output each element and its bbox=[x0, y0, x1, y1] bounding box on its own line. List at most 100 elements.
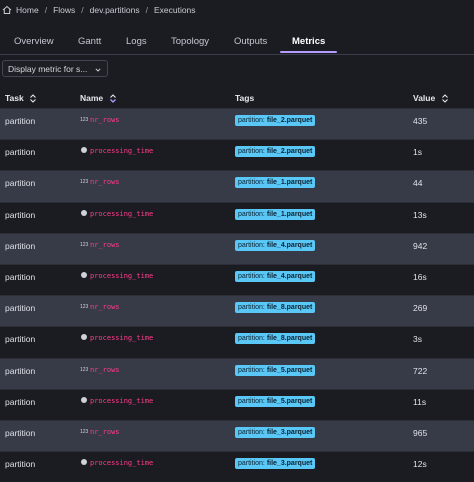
timer-icon bbox=[80, 396, 90, 405]
tag-badge: partition: file_5.parquet bbox=[235, 395, 316, 407]
breadcrumb-home[interactable]: Home bbox=[16, 5, 39, 15]
breadcrumb-separator: / bbox=[145, 5, 148, 15]
column-header-name[interactable]: Name bbox=[80, 88, 235, 109]
metric-name-cell: 123 nr_rows bbox=[80, 234, 235, 249]
timer-icon bbox=[80, 459, 90, 467]
metric-name: nr_rows bbox=[90, 427, 120, 436]
tab-bar: Overview Gantt Logs Topology Outputs Met… bbox=[0, 30, 474, 55]
breadcrumb-flows[interactable]: Flows bbox=[53, 5, 75, 15]
home-icon[interactable] bbox=[2, 5, 12, 15]
tag-badge: partition: file_1.parquet bbox=[235, 208, 316, 220]
tag-value: file_3.parquet bbox=[266, 460, 313, 468]
breadcrumb-namespace[interactable]: dev.partitions bbox=[90, 5, 140, 15]
table-row: partition processing_time partition: fil… bbox=[0, 201, 474, 234]
tag-key: partition: bbox=[238, 117, 265, 124]
tag-value: file_3.parquet bbox=[266, 428, 313, 436]
metric-name-cell: processing_time bbox=[80, 203, 235, 218]
metric-name-cell: processing_time bbox=[80, 327, 235, 342]
counter-icon: 123 bbox=[80, 304, 89, 311]
metric-name: processing_time bbox=[90, 334, 154, 343]
tab-overview[interactable]: Overview bbox=[14, 36, 54, 47]
tab-outputs[interactable]: Outputs bbox=[234, 36, 267, 47]
value-cell: 44 bbox=[413, 178, 423, 189]
table-row: partition 123 nr_rows partition: file_8.p… bbox=[0, 295, 474, 327]
tag-value: file_8.parquet bbox=[266, 304, 313, 312]
metric-name-cell: 123 nr_rows bbox=[80, 296, 235, 311]
table-row: partition 123 nr_rows partition: file_3.p… bbox=[0, 419, 474, 452]
tag-key: partition: bbox=[238, 397, 265, 405]
metric-filter-label: Display metric for s... bbox=[8, 63, 88, 74]
table-row: partition 123 nr_rows partition: file_5.p… bbox=[0, 357, 474, 390]
table-row: partition processing_time partition: fil… bbox=[0, 451, 474, 482]
tag-badge: partition: file_5.parquet bbox=[235, 364, 316, 376]
counter-icon: 123 bbox=[80, 179, 89, 186]
tag-badge: partition: file_3.parquet bbox=[235, 458, 316, 470]
metrics-table: Task Name Tags Value partition 123 nr_row… bbox=[0, 88, 474, 482]
value-cell: 722 bbox=[413, 365, 428, 376]
counter-icon: 123 bbox=[80, 428, 89, 435]
value-cell: 12s bbox=[413, 459, 427, 470]
metric-name-cell: 123 nr_rows bbox=[80, 171, 235, 186]
breadcrumb: Home / Flows / dev.partitions / Executio… bbox=[0, 3, 196, 17]
task-cell: partition bbox=[5, 116, 36, 126]
column-header-value-label: Value bbox=[413, 92, 436, 103]
value-cell: 269 bbox=[413, 303, 428, 314]
chevron-down-icon bbox=[95, 65, 101, 72]
metric-name-cell: 123 nr_rows bbox=[80, 109, 235, 124]
metric-name: nr_rows bbox=[90, 178, 120, 187]
column-header-task[interactable]: Task bbox=[0, 88, 80, 109]
tag-key: partition: bbox=[238, 335, 265, 343]
tag-key: partition: bbox=[238, 241, 265, 249]
metric-name-cell: processing_time bbox=[80, 265, 235, 280]
metric-name: processing_time bbox=[90, 459, 154, 468]
tag-key: partition: bbox=[238, 272, 265, 280]
task-cell: partition bbox=[5, 240, 36, 251]
counter-icon: 123 bbox=[80, 117, 89, 123]
tab-topology[interactable]: Topology bbox=[171, 36, 209, 47]
tag-badge: partition: file_8.parquet bbox=[235, 333, 316, 345]
sort-icon[interactable] bbox=[29, 94, 37, 103]
metric-name-cell: 123 nr_rows bbox=[80, 421, 235, 436]
value-cell: 435 bbox=[413, 116, 428, 126]
task-cell: partition bbox=[5, 365, 36, 376]
tag-badge: partition: file_4.parquet bbox=[235, 239, 316, 251]
value-cell: 11s bbox=[413, 396, 427, 407]
value-cell: 965 bbox=[413, 427, 428, 438]
metric-filter-select[interactable]: Display metric for s... bbox=[2, 60, 108, 77]
breadcrumb-executions[interactable]: Executions bbox=[154, 5, 196, 15]
tag-value: file_4.parquet bbox=[266, 272, 313, 280]
tag-value: file_8.parquet bbox=[266, 335, 313, 343]
timer-icon bbox=[80, 147, 90, 155]
tag-value: file_1.parquet bbox=[266, 179, 313, 187]
column-header-task-label: Task bbox=[5, 92, 24, 103]
tab-logs[interactable]: Logs bbox=[126, 36, 147, 47]
metric-name: nr_rows bbox=[90, 365, 120, 374]
metric-name-cell: processing_time bbox=[80, 140, 235, 155]
tag-value: file_5.parquet bbox=[266, 397, 313, 405]
sort-active-icon[interactable] bbox=[109, 94, 117, 104]
task-cell: partition bbox=[5, 427, 36, 438]
metric-name: processing_time bbox=[90, 396, 154, 405]
value-cell: 13s bbox=[413, 209, 427, 220]
task-cell: partition bbox=[5, 209, 36, 220]
active-tab-indicator bbox=[280, 51, 337, 53]
timer-icon bbox=[80, 271, 90, 280]
metric-name-cell: processing_time bbox=[80, 452, 235, 467]
tab-gantt[interactable]: Gantt bbox=[78, 36, 101, 47]
metric-name-cell: 123 nr_rows bbox=[80, 359, 235, 374]
value-cell: 942 bbox=[413, 240, 428, 251]
column-header-value[interactable]: Value bbox=[413, 88, 474, 109]
metric-name: nr_rows bbox=[90, 303, 120, 312]
metric-name: processing_time bbox=[90, 147, 154, 156]
metric-name: processing_time bbox=[90, 209, 154, 218]
tag-value: file_2.parquet bbox=[266, 117, 313, 124]
tab-metrics[interactable]: Metrics bbox=[292, 36, 325, 47]
table-header-row: Task Name Tags Value bbox=[0, 88, 474, 109]
value-cell: 16s bbox=[413, 271, 427, 282]
tag-key: partition: bbox=[238, 460, 265, 468]
tag-key: partition: bbox=[238, 210, 265, 218]
table-row: partition 123 nr_rows partition: file_2.p… bbox=[0, 107, 474, 140]
sort-icon[interactable] bbox=[441, 94, 449, 103]
column-header-tags: Tags bbox=[235, 93, 255, 103]
timer-icon bbox=[80, 209, 90, 218]
